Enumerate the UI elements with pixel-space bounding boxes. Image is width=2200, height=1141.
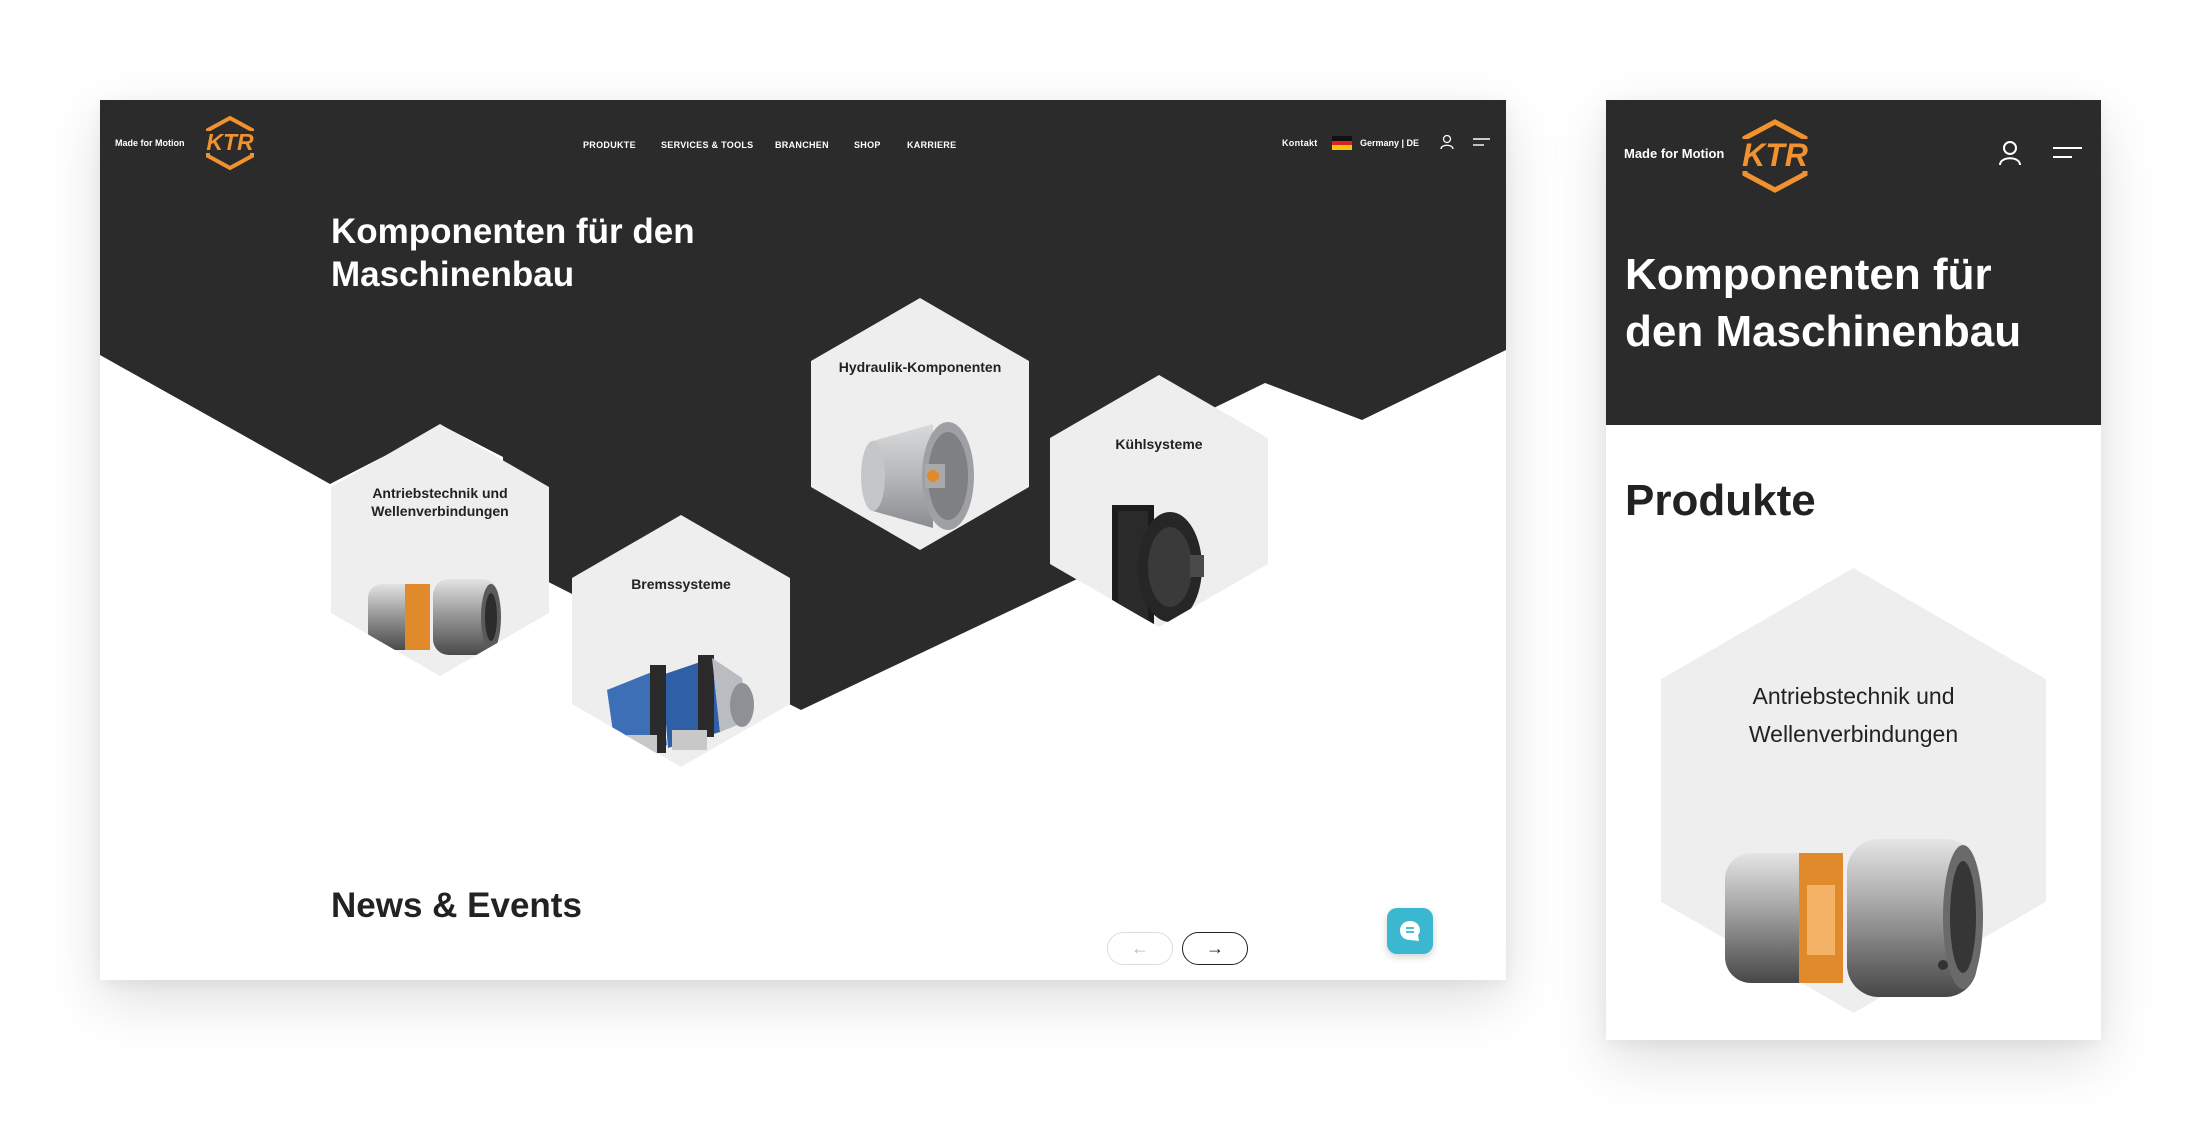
logo[interactable]: Made for Motion KTR xyxy=(115,115,265,186)
chat-button[interactable] xyxy=(1387,908,1433,954)
nav-karriere[interactable]: KARRIERE xyxy=(907,140,956,150)
logo-tagline: Made for Motion xyxy=(115,138,185,148)
hero-title-line1: Komponenten für xyxy=(1625,250,1992,299)
menu-icon[interactable] xyxy=(2053,144,2083,162)
region-label: Germany | DE xyxy=(1360,138,1420,148)
hero-title-line2: Maschinenbau xyxy=(331,254,575,294)
desktop-screen: Made for Motion KTR PRODUKTE SERVICES & … xyxy=(100,100,1506,980)
prev-button[interactable]: ← xyxy=(1107,932,1173,965)
news-title: News & Events xyxy=(331,886,582,925)
ktr-logo-mark: KTR xyxy=(1740,119,1810,193)
product-label: Bremssysteme xyxy=(631,576,731,592)
product-label: Kühlsysteme xyxy=(1115,436,1203,452)
product-label: Antriebstechnik und Wellenverbindungen xyxy=(1748,683,1959,747)
user-icon[interactable] xyxy=(1440,134,1454,150)
user-icon[interactable] xyxy=(1999,140,2021,166)
hydraulic-icon xyxy=(861,422,974,530)
nav-produkte[interactable]: PRODUKTE xyxy=(583,140,636,150)
coupling-icon xyxy=(1725,839,1983,997)
next-button[interactable]: → xyxy=(1182,932,1248,965)
svg-text:KTR: KTR xyxy=(1742,137,1808,173)
section-title: Produkte xyxy=(1625,476,1816,525)
nav-services-tools[interactable]: SERVICES & TOOLS xyxy=(661,140,754,150)
contact-link[interactable]: Kontakt xyxy=(1282,138,1318,148)
hero-title: Komponenten für den Maschinenbau xyxy=(331,211,695,296)
product-label: Hydraulik-Komponenten xyxy=(838,359,1002,375)
mobile-screen: Made for Motion KTR Komponenten für den … xyxy=(1606,100,2101,1040)
product-label: Antriebstechnik und Wellenverbindungen xyxy=(371,485,509,520)
hero-title-line1: Komponenten für den xyxy=(331,212,695,251)
hero-title: Komponenten für den Maschinenbau xyxy=(1625,246,2021,360)
svg-text:KTR: KTR xyxy=(206,129,254,155)
logo-tagline: Made for Motion xyxy=(1624,146,1725,161)
nav-branchen[interactable]: BRANCHEN xyxy=(775,140,829,150)
germany-flag-icon xyxy=(1332,136,1352,150)
chat-icon xyxy=(1400,921,1420,941)
hero-title-line2: den Maschinenbau xyxy=(1625,307,2022,357)
menu-icon[interactable] xyxy=(1473,136,1491,148)
nav-shop[interactable]: SHOP xyxy=(854,140,881,150)
ktr-logo-mark: KTR xyxy=(204,115,256,171)
hero-background xyxy=(100,100,1506,710)
region-selector[interactable]: Germany | DE xyxy=(1332,134,1428,152)
logo[interactable]: Made for Motion KTR xyxy=(1624,118,1824,198)
